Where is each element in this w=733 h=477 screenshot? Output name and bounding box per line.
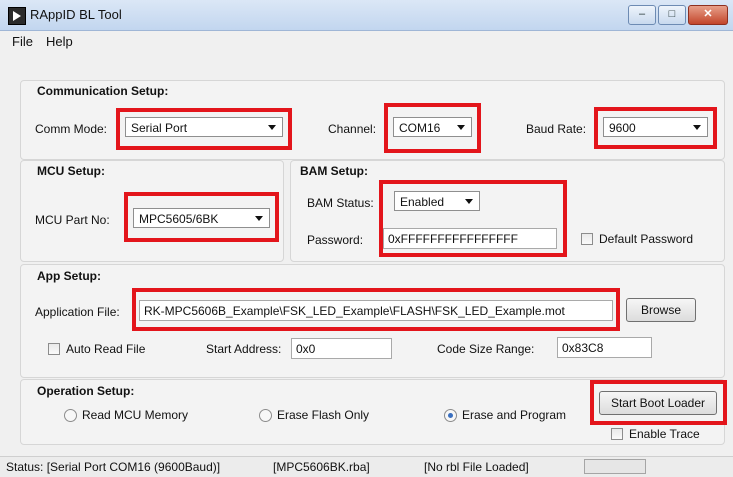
baud-rate-highlight: [594, 107, 717, 149]
close-button[interactable]: ✕: [688, 5, 728, 25]
start-boot-loader-highlight: [590, 380, 727, 425]
baud-rate-label: Baud Rate:: [526, 122, 587, 136]
minimize-button[interactable]: –: [628, 5, 656, 25]
status-file: [MPC5606BK.rba]: [273, 460, 370, 474]
comm-mode-label: Comm Mode:: [35, 122, 108, 136]
auto-read-file-checkbox[interactable]: [48, 343, 60, 355]
app-icon: [8, 7, 26, 25]
erase-and-program-radio[interactable]: [444, 409, 457, 422]
default-password-label: Default Password: [599, 232, 694, 246]
maximize-button[interactable]: □: [658, 5, 686, 25]
menu-file[interactable]: File: [12, 34, 33, 49]
close-icon: ✕: [703, 8, 713, 20]
code-size-range-field[interactable]: 0x83C8: [557, 337, 652, 358]
application-file-highlight: [132, 288, 620, 331]
menu-help[interactable]: Help: [46, 34, 73, 49]
comm-mode-highlight: [116, 108, 292, 150]
status-rbl: [No rbl File Loaded]: [424, 460, 529, 474]
enable-trace-label: Enable Trace: [629, 427, 700, 441]
window-title: RAppID BL Tool: [30, 7, 122, 22]
maximize-icon: □: [668, 8, 676, 20]
channel-highlight: [384, 103, 481, 153]
default-password-checkbox[interactable]: [581, 233, 593, 245]
operation-setup-title: Operation Setup:: [37, 384, 135, 398]
password-label: Password:: [307, 233, 364, 247]
communication-setup-title: Communication Setup:: [37, 84, 169, 98]
start-address-value: 0x0: [296, 342, 316, 356]
bam-highlight: [379, 180, 567, 257]
enable-trace-checkbox[interactable]: [611, 428, 623, 440]
auto-read-file-label: Auto Read File: [66, 342, 146, 356]
erase-flash-only-radio[interactable]: [259, 409, 272, 422]
code-size-range-label: Code Size Range:: [437, 342, 535, 356]
application-file-label: Application File:: [35, 305, 120, 319]
status-progress-bar: [584, 459, 646, 474]
bam-setup-title: BAM Setup:: [300, 164, 368, 178]
title-bar: RAppID BL Tool – □ ✕: [0, 0, 733, 31]
erase-flash-only-label: Erase Flash Only: [277, 408, 370, 422]
app-setup-title: App Setup:: [37, 269, 101, 283]
browse-button[interactable]: Browse: [626, 298, 696, 322]
mcu-setup-title: MCU Setup:: [37, 164, 105, 178]
bam-status-label: BAM Status:: [307, 196, 374, 210]
start-address-label: Start Address:: [206, 342, 282, 356]
read-mcu-memory-label: Read MCU Memory: [82, 408, 189, 422]
minimize-icon: –: [638, 8, 646, 20]
channel-label: Channel:: [328, 122, 377, 136]
erase-and-program-label: Erase and Program: [462, 408, 567, 422]
code-size-range-value: 0x83C8: [562, 341, 604, 355]
start-address-field[interactable]: 0x0: [291, 338, 392, 359]
mcu-part-highlight: [124, 192, 279, 242]
mcu-part-label: MCU Part No:: [35, 213, 110, 227]
read-mcu-memory-radio[interactable]: [64, 409, 77, 422]
status-text: Status: [Serial Port COM16 (9600Baud)]: [6, 460, 221, 474]
